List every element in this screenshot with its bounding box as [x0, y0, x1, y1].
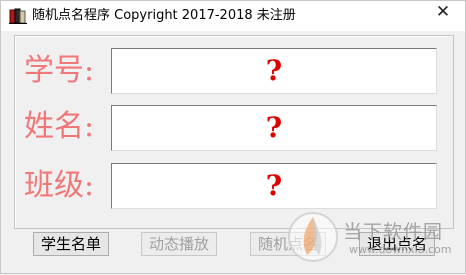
random-call-button[interactable]: 随机点名	[250, 232, 326, 256]
exit-call-button[interactable]: 退出点名	[359, 232, 435, 256]
student-name-display: ?	[111, 105, 437, 151]
close-button[interactable]: ✕	[421, 1, 465, 25]
class-label: 班级:	[24, 168, 95, 203]
animated-play-button[interactable]: 动态播放	[141, 232, 217, 256]
student-list-button[interactable]: 学生名单	[33, 232, 109, 256]
student-name-label: 姓名:	[24, 109, 95, 144]
student-id-display: ?	[111, 48, 437, 94]
class-display: ?	[111, 163, 437, 209]
title-bar: 随机点名程序 Copyright 2017-2018 未注册 ✕	[1, 1, 465, 31]
student-id-label: 学号:	[24, 53, 95, 88]
window-title: 随机点名程序 Copyright 2017-2018 未注册	[32, 8, 296, 23]
app-window: 随机点名程序 Copyright 2017-2018 未注册 ✕ 学号: ? 姓…	[0, 0, 466, 274]
close-icon: ✕	[435, 2, 451, 22]
book-icon	[9, 8, 27, 24]
